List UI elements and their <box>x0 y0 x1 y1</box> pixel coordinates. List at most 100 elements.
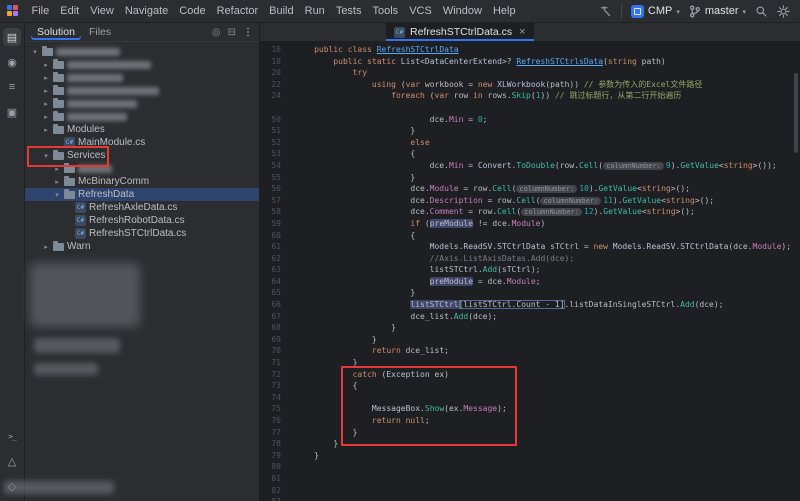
code-line-57[interactable]: 57dce.Description = row.Cell(columnNumbe… <box>260 195 800 207</box>
code-line-50[interactable]: 50dce.Min = 0; <box>260 114 800 126</box>
chevron-right-icon[interactable]: ▸ <box>53 178 61 186</box>
line-number[interactable]: 51 <box>260 125 290 137</box>
line-number[interactable]: 18 <box>260 56 290 68</box>
code-line-63[interactable]: 63listSTCtrl.Add(sTCtrl); <box>260 264 800 276</box>
code-line-56[interactable]: 56dce.Module = row.Cell(columnNumber:10)… <box>260 183 800 195</box>
line-number[interactable]: 70 <box>260 345 290 357</box>
tree-item-warn[interactable]: ▸Warn <box>25 240 259 253</box>
line-number[interactable]: 53 <box>260 148 290 160</box>
line-number[interactable]: 69 <box>260 334 290 346</box>
code-line-64[interactable]: 64preModule = dce.Module; <box>260 276 800 288</box>
panel-options-button[interactable] <box>243 27 253 37</box>
tree-item-mainmodule-cs[interactable]: C#MainModule.cs <box>25 136 259 149</box>
locate-file-button[interactable]: ◎ <box>212 27 221 38</box>
line-number[interactable]: 54 <box>260 160 290 172</box>
menu-tools[interactable]: Tools <box>367 5 404 17</box>
menu-vcs[interactable]: VCS <box>404 5 438 17</box>
line-number[interactable]: 81 <box>260 473 290 485</box>
code-line-60[interactable]: 60{ <box>260 230 800 242</box>
code-line-81[interactable]: 81 <box>260 473 800 485</box>
code-line-67[interactable]: 67dce_list.Add(dce); <box>260 311 800 323</box>
chevron-right-icon[interactable]: ▸ <box>53 165 61 173</box>
line-number[interactable]: 61 <box>260 241 290 253</box>
code-line-62[interactable]: 62//Axis.ListAxisDatas.Add(dce); <box>260 253 800 265</box>
editor-scrollbar[interactable] <box>794 73 798 153</box>
code-line-54[interactable]: 54dce.Min = Convert.ToDouble(row.Cell(co… <box>260 160 800 172</box>
code-line-73[interactable]: 73{ <box>260 380 800 392</box>
chevron-right-icon[interactable]: ▸ <box>42 74 50 82</box>
menu-code[interactable]: Code <box>174 5 211 17</box>
code-line-66[interactable]: 66listSTCtrl[listSTCtrl.Count - 1].listD… <box>260 299 800 311</box>
line-number[interactable]: 67 <box>260 311 290 323</box>
line-number[interactable]: 57 <box>260 195 290 207</box>
tree-item-refreshaxledata-cs[interactable]: C#RefreshAxleData.cs <box>25 201 259 214</box>
structure-tool-button[interactable]: ≡ <box>3 78 21 96</box>
tree-item-services[interactable]: ▾Services <box>25 149 259 162</box>
line-number[interactable]: 71 <box>260 357 290 369</box>
editor-tab-refreshstctrldata[interactable]: C# RefreshSTCtrlData.cs × <box>386 23 534 41</box>
collapse-all-button[interactable]: ⊟ <box>228 27 236 38</box>
code-line-24[interactable]: 24foreach (var row in rows.Skip(1)) // 跳… <box>260 90 800 102</box>
code-line-79[interactable]: 79} <box>260 450 800 462</box>
line-number[interactable]: 50 <box>260 114 290 126</box>
code-line-61[interactable]: 61Models.ReadSV.STCtrlData sTCtrl = new … <box>260 241 800 253</box>
tree-item-redacted[interactable]: ▸ <box>25 162 259 175</box>
settings-button[interactable] <box>777 5 790 18</box>
code-line-51[interactable]: 51} <box>260 125 800 137</box>
chevron-right-icon[interactable]: ▸ <box>42 113 50 121</box>
code-line-80[interactable]: 80 <box>260 461 800 473</box>
tree-item-redacted[interactable]: ▸ <box>25 84 259 97</box>
code-line-74[interactable]: 74 <box>260 392 800 404</box>
line-number[interactable]: 24 <box>260 90 290 102</box>
tree-item-refreshrobotdata-cs[interactable]: C#RefreshRobotData.cs <box>25 214 259 227</box>
line-number[interactable]: 59 <box>260 218 290 230</box>
tree-item-refreshstctrldata-cs[interactable]: C#RefreshSTCtrlData.cs <box>25 227 259 240</box>
tree-item-redacted[interactable]: ▸ <box>25 58 259 71</box>
tree-item-modules[interactable]: ▸Modules <box>25 123 259 136</box>
line-number[interactable]: 58 <box>260 206 290 218</box>
chevron-right-icon[interactable]: ▸ <box>42 61 50 69</box>
line-number[interactable]: 74 <box>260 392 290 404</box>
line-number[interactable]: 60 <box>260 230 290 242</box>
code-line-78[interactable]: 78} <box>260 438 800 450</box>
code-line-16[interactable]: 16public class RefreshSTCtrlData <box>260 44 800 56</box>
line-number[interactable]: 62 <box>260 253 290 265</box>
tree-item-redacted[interactable]: ▾ <box>25 45 259 58</box>
code-line-71[interactable]: 71} <box>260 357 800 369</box>
menu-build[interactable]: Build <box>264 5 299 17</box>
line-number[interactable]: 79 <box>260 450 290 462</box>
line-number[interactable]: 68 <box>260 322 290 334</box>
line-number[interactable]: 16 <box>260 44 290 56</box>
menu-refactor[interactable]: Refactor <box>211 5 264 17</box>
code-line-18[interactable]: 18public static List<DataCenterExtend>? … <box>260 56 800 68</box>
line-number[interactable]: 78 <box>260 438 290 450</box>
chevron-right-icon[interactable]: ▸ <box>42 100 50 108</box>
menu-file[interactable]: File <box>26 5 55 17</box>
menu-view[interactable]: View <box>85 5 120 17</box>
bookmarks-tool-button[interactable]: ▣ <box>3 103 21 121</box>
code-line-58[interactable]: 58dce.Comment = row.Cell(columnNumber:12… <box>260 206 800 218</box>
line-number[interactable]: 64 <box>260 276 290 288</box>
code-line-53[interactable]: 53{ <box>260 148 800 160</box>
problems-tool-button[interactable]: △ <box>3 452 21 470</box>
line-number[interactable]: 65 <box>260 287 290 299</box>
line-number[interactable]: 22 <box>260 79 290 91</box>
terminal-tool-button[interactable]: >_ <box>3 427 21 445</box>
code-line-77[interactable]: 77} <box>260 427 800 439</box>
code-line-83[interactable]: 83 <box>260 496 800 501</box>
line-number[interactable]: 80 <box>260 461 290 473</box>
tree-item-redacted[interactable]: ▸ <box>25 71 259 84</box>
code-line-59[interactable]: 59if (preModule != dce.Module) <box>260 218 800 230</box>
run-config-selector[interactable]: CMP ▾ <box>631 5 680 18</box>
code-line-69[interactable]: 69} <box>260 334 800 346</box>
chevron-right-icon[interactable]: ▸ <box>42 243 50 251</box>
code-line-55[interactable]: 55} <box>260 172 800 184</box>
code-line-blank[interactable] <box>260 102 800 114</box>
line-number[interactable]: 55 <box>260 172 290 184</box>
chevron-right-icon[interactable]: ▸ <box>42 126 50 134</box>
tab-solution[interactable]: Solution <box>31 25 81 40</box>
build-button[interactable] <box>599 5 612 18</box>
tree-item-mcbinarycomm[interactable]: ▸McBinaryComm <box>25 175 259 188</box>
branch-selector[interactable]: master ▾ <box>689 5 746 18</box>
code-line-65[interactable]: 65} <box>260 287 800 299</box>
